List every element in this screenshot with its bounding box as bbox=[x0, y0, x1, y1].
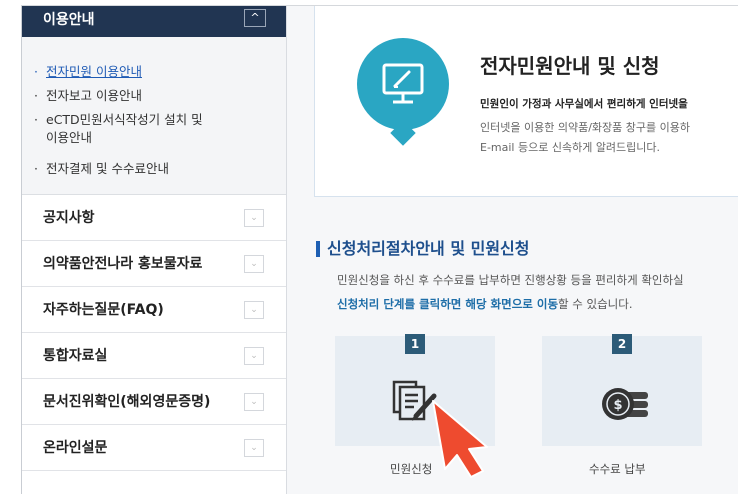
chevron-down-icon[interactable]: ⌄ bbox=[244, 255, 264, 273]
step-number-badge: 1 bbox=[405, 334, 425, 354]
chevron-down-icon[interactable]: ⌄ bbox=[244, 393, 264, 411]
sidebar-item-label: 자주하는질문(FAQ) bbox=[43, 302, 164, 318]
intro-panel: 전자민원안내 및 신청 민원인이 가정과 사무실에서 편리하게 인터넷을 인터넷… bbox=[314, 6, 738, 197]
step-label[interactable]: 민원신청 bbox=[390, 461, 432, 477]
sidebar-item-label: 공지사항 bbox=[43, 210, 95, 226]
intro-title: 전자민원안내 및 신청 bbox=[480, 54, 660, 78]
chevron-down-icon[interactable]: ⌄ bbox=[244, 301, 264, 319]
sidebar-item-notices[interactable]: 공지사항 ⌄ bbox=[22, 195, 286, 241]
section-marker bbox=[316, 241, 320, 257]
intro-text-line: 인터넷을 이용한 의약품/화장품 창구를 이용하 bbox=[480, 121, 690, 134]
intro-text-line: E-mail 등으로 신속하게 알려드립니다. bbox=[480, 141, 661, 154]
sidebar-item-promo-materials[interactable]: 의약품안전나라 홍보물자료 ⌄ bbox=[22, 241, 286, 287]
submenu-label: 전자민원 이용안내 bbox=[46, 64, 142, 79]
sidebar-item-faq[interactable]: 자주하는질문(FAQ) ⌄ bbox=[22, 287, 286, 333]
svg-text:$: $ bbox=[613, 398, 622, 413]
hand-pointer-arrow-icon bbox=[427, 399, 499, 483]
sidebar-item-label: 의약품안전나라 홍보물자료 bbox=[43, 256, 203, 272]
section-description-2: 신청처리 단계를 클릭하면 해당 화면으로 이동할 수 있습니다. bbox=[337, 296, 633, 312]
sidebar-item-label: 온라인설문 bbox=[43, 440, 108, 456]
step-card-pay-fee[interactable]: 2 $ bbox=[542, 334, 702, 446]
coins-icon: $ bbox=[594, 378, 654, 430]
browser-viewport: 이용안내 ^ · 전자민원 이용안내 · 전자보고 이용안내 · eCTD민원서식작성… bbox=[21, 5, 738, 494]
sidebar-item-label: 문서진위확인(해외영문증명) bbox=[43, 394, 211, 410]
submenu-item-payment-guide[interactable]: · 전자결제 및 수수료안내 bbox=[34, 160, 169, 178]
monitor-pen-icon bbox=[357, 38, 449, 130]
chevron-down-icon[interactable]: ⌄ bbox=[244, 347, 264, 365]
bullet-icon: · bbox=[34, 161, 38, 176]
bullet-icon: · bbox=[34, 88, 38, 103]
step-label[interactable]: 수수료 납부 bbox=[589, 461, 646, 477]
submenu-label: eCTD민원서식작성기 설치 및 bbox=[46, 112, 203, 127]
submenu-item-epetition-guide[interactable]: · 전자민원 이용안내 bbox=[34, 63, 142, 81]
bullet-icon: · bbox=[34, 64, 38, 79]
section-title: 신청처리절차안내 및 민원신청 bbox=[327, 239, 530, 258]
description-rest: 할 수 있습니다. bbox=[558, 297, 633, 311]
highlight-text: 신청처리 단계를 클릭하면 해당 화면으로 이동 bbox=[337, 297, 559, 311]
chevron-down-icon[interactable]: ⌄ bbox=[244, 439, 264, 457]
bullet-icon: · bbox=[34, 112, 38, 127]
submenu-label: 전자결제 및 수수료안내 bbox=[46, 161, 169, 176]
submenu-item-ectd-guide[interactable]: · eCTD민원서식작성기 설치 및 이용안내 bbox=[34, 111, 203, 147]
sidebar-item-label: 통합자료실 bbox=[43, 348, 108, 364]
submenu-label: 전자보고 이용안내 bbox=[46, 88, 142, 103]
collapse-button[interactable]: ^ bbox=[244, 9, 266, 27]
intro-bold-text: 민원인이 가정과 사무실에서 편리하게 인터넷을 bbox=[480, 98, 688, 110]
sidebar-submenu: · 전자민원 이용안내 · 전자보고 이용안내 · eCTD민원서식작성기 설치 및 … bbox=[22, 37, 286, 195]
sidebar-section-header[interactable]: 이용안내 ^ bbox=[22, 6, 286, 37]
sidebar-item-document-verify[interactable]: 문서진위확인(해외영문증명) ⌄ bbox=[22, 379, 286, 425]
sidebar-section-title: 이용안내 bbox=[43, 12, 95, 28]
submenu-item-ereport-guide[interactable]: · 전자보고 이용안내 bbox=[34, 87, 142, 105]
submenu-label-line2: 이용안내 bbox=[46, 130, 93, 145]
sidebar-item-survey[interactable]: 온라인설문 ⌄ bbox=[22, 425, 286, 471]
section-description: 민원신청을 하신 후 수수료를 납부하면 진행상황 등을 편리하게 확인하실 bbox=[337, 273, 684, 287]
sidebar: 이용안내 ^ · 전자민원 이용안내 · 전자보고 이용안내 · eCTD민원서식작성… bbox=[22, 6, 287, 494]
main-content: 전자민원안내 및 신청 민원인이 가정과 사무실에서 편리하게 인터넷을 인터넷… bbox=[287, 6, 738, 494]
sidebar-item-archive[interactable]: 통합자료실 ⌄ bbox=[22, 333, 286, 379]
chevron-down-icon[interactable]: ⌄ bbox=[244, 209, 264, 227]
step-number-badge: 2 bbox=[612, 334, 632, 354]
